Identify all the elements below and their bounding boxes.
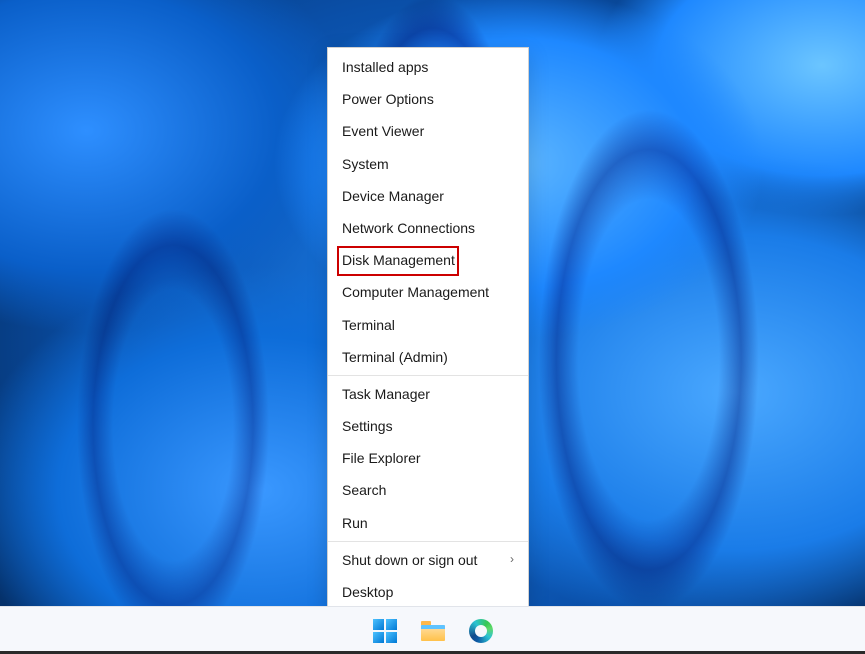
taskbar <box>0 606 865 654</box>
folder-icon <box>421 621 445 641</box>
menu-item-label: Shut down or sign out <box>342 551 477 569</box>
menu-item-label: Installed apps <box>342 58 428 76</box>
menu-item-label: Terminal <box>342 316 395 334</box>
menu-item-label: Device Manager <box>342 187 444 205</box>
menu-item-label: Disk Management <box>342 251 455 269</box>
menu-item-installed-apps[interactable]: Installed apps <box>328 51 528 83</box>
menu-item-device-manager[interactable]: Device Manager <box>328 180 528 212</box>
edge-browser-button[interactable] <box>468 618 494 644</box>
menu-item-disk-management[interactable]: Disk Management <box>328 244 528 276</box>
menu-item-label: System <box>342 155 389 173</box>
menu-separator <box>328 375 528 376</box>
menu-item-label: Search <box>342 481 386 499</box>
edge-icon <box>469 619 493 643</box>
menu-item-network-connections[interactable]: Network Connections <box>328 212 528 244</box>
menu-item-settings[interactable]: Settings <box>328 410 528 442</box>
menu-item-task-manager[interactable]: Task Manager <box>328 378 528 410</box>
menu-item-shut-down-sign-out[interactable]: Shut down or sign out › <box>328 544 528 576</box>
menu-item-search[interactable]: Search <box>328 474 528 506</box>
menu-item-label: Event Viewer <box>342 122 424 140</box>
chevron-right-icon: › <box>510 552 514 568</box>
menu-item-label: Terminal (Admin) <box>342 348 448 366</box>
menu-item-file-explorer[interactable]: File Explorer <box>328 442 528 474</box>
file-explorer-button[interactable] <box>420 618 446 644</box>
menu-item-computer-management[interactable]: Computer Management <box>328 276 528 308</box>
menu-item-label: File Explorer <box>342 449 421 467</box>
start-button[interactable] <box>372 618 398 644</box>
menu-item-label: Task Manager <box>342 385 430 403</box>
menu-item-label: Settings <box>342 417 393 435</box>
menu-item-event-viewer[interactable]: Event Viewer <box>328 115 528 147</box>
menu-item-terminal[interactable]: Terminal <box>328 309 528 341</box>
winx-context-menu: Installed apps Power Options Event Viewer S… <box>327 47 529 612</box>
menu-item-label: Run <box>342 514 368 532</box>
menu-separator <box>328 541 528 542</box>
menu-item-label: Network Connections <box>342 219 475 237</box>
menu-item-label: Power Options <box>342 90 434 108</box>
menu-item-label: Desktop <box>342 583 393 601</box>
menu-item-label: Computer Management <box>342 283 489 301</box>
menu-item-run[interactable]: Run <box>328 507 528 539</box>
menu-item-power-options[interactable]: Power Options <box>328 83 528 115</box>
menu-item-system[interactable]: System <box>328 148 528 180</box>
menu-item-terminal-admin[interactable]: Terminal (Admin) <box>328 341 528 373</box>
windows-logo-icon <box>373 619 397 643</box>
menu-item-desktop[interactable]: Desktop <box>328 576 528 608</box>
